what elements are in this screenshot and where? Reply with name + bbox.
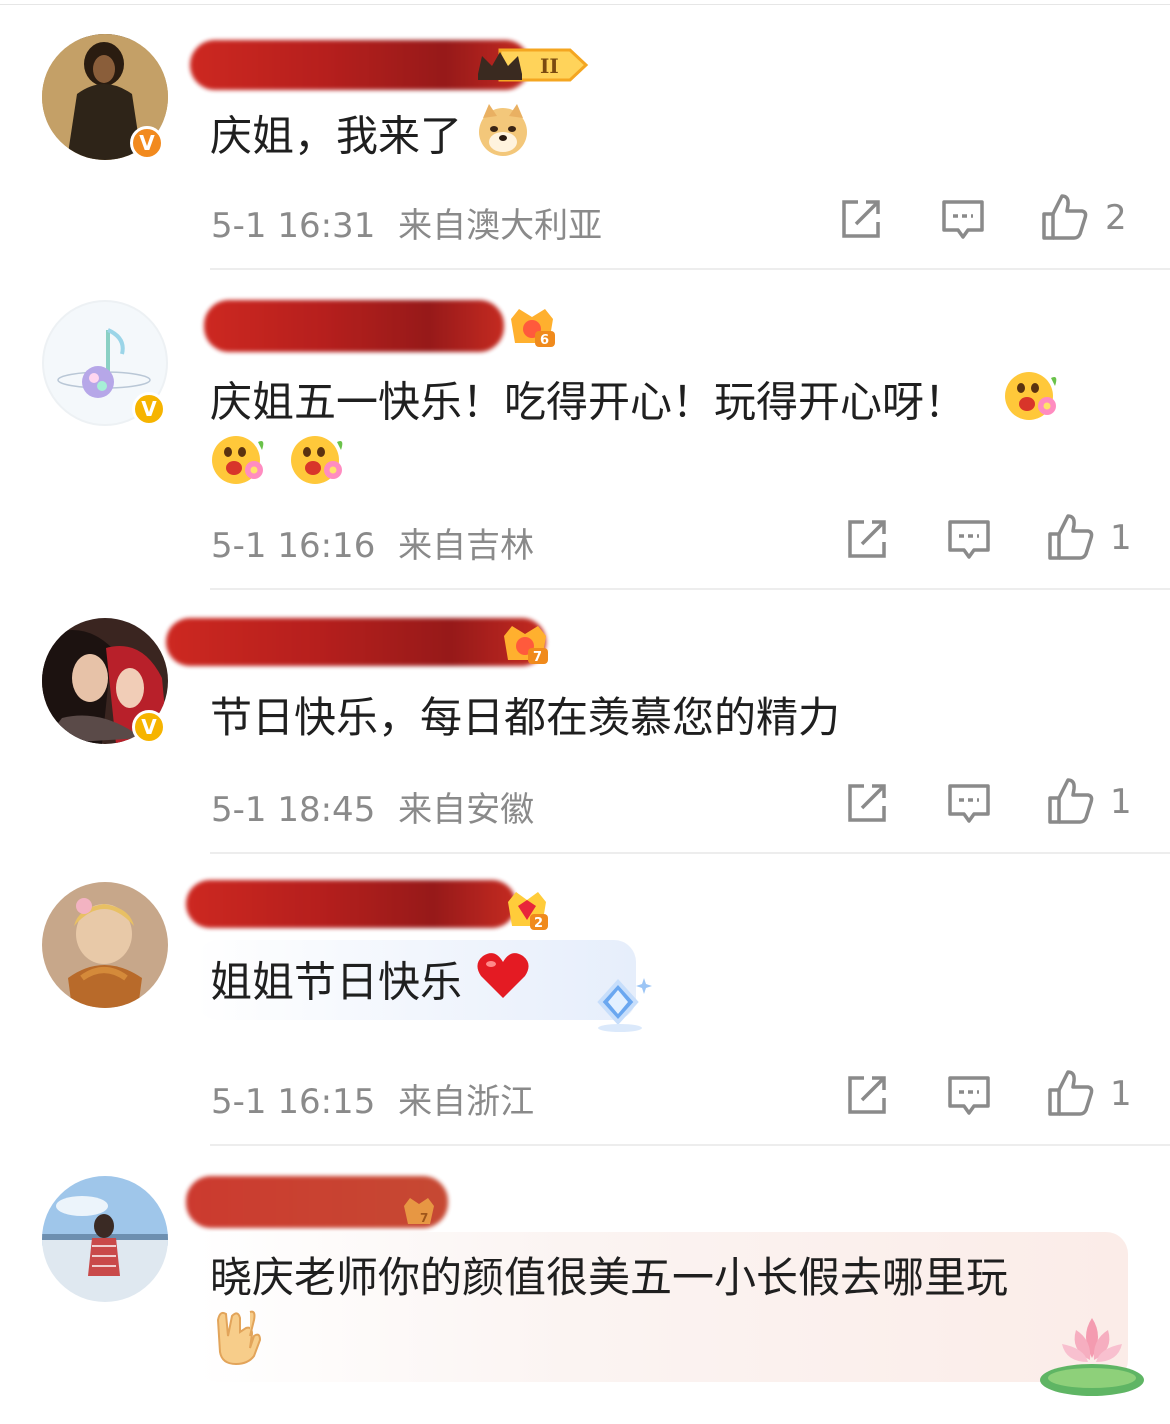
username-redacted[interactable] — [186, 880, 516, 928]
flower-smile-emoji-icon — [210, 432, 268, 506]
username-redacted[interactable] — [166, 618, 546, 666]
reply-button[interactable] — [946, 1072, 992, 1122]
verified-badge-icon: V — [132, 710, 166, 744]
flower-smile-emoji-icon — [289, 432, 347, 506]
like-count: 1 — [1110, 782, 1132, 822]
share-icon — [842, 200, 880, 238]
reply-button[interactable] — [946, 516, 992, 566]
verified-badge-icon: V — [130, 126, 164, 160]
avatar[interactable] — [42, 882, 168, 1008]
top-divider — [0, 4, 1170, 5]
like-count: 1 — [1110, 518, 1132, 558]
reply-button[interactable] — [946, 780, 992, 830]
share-icon — [848, 520, 886, 558]
comment-text-line2 — [210, 432, 347, 506]
location: 来自澳大利亚 — [398, 206, 603, 246]
like-button[interactable] — [1040, 192, 1090, 246]
timestamp: 5-1 18:45 — [211, 790, 376, 830]
red-heart-emoji-icon — [475, 950, 531, 1020]
comment-text: 节日快乐，每日都在羡慕您的精力 — [210, 693, 841, 742]
location: 来自吉林 — [398, 526, 535, 566]
vip-level-badge-icon: 6 — [505, 305, 559, 353]
comment-icon — [942, 200, 984, 239]
lotus-decoration-icon — [1036, 1310, 1148, 1404]
vip-level-badge-icon: II — [470, 44, 590, 90]
username-redacted[interactable] — [204, 300, 504, 352]
vip-level-badge-icon: 7 — [498, 622, 552, 670]
thumbs-up-icon — [1048, 1070, 1094, 1116]
divider — [210, 268, 1170, 270]
share-button[interactable] — [844, 780, 890, 830]
share-icon — [848, 784, 886, 822]
comment-icon — [948, 1076, 990, 1115]
comment-text: 姐姐节日快乐 — [210, 950, 531, 1020]
divider — [210, 852, 1170, 854]
thumbs-up-icon — [1042, 194, 1088, 240]
comment-text-line2 — [210, 1308, 266, 1384]
location: 来自安徽 — [398, 790, 535, 830]
comment-meta: 5-1 16:31 来自澳大利亚 — [211, 198, 602, 247]
timestamp: 5-1 16:15 — [211, 1082, 376, 1122]
share-icon — [848, 1076, 886, 1114]
share-button[interactable] — [844, 1072, 890, 1122]
svg-text:6: 6 — [540, 333, 549, 348]
vip-level-badge-icon: 7 — [402, 1196, 436, 1230]
doge-emoji-icon — [475, 102, 531, 176]
svg-text:7: 7 — [420, 1211, 428, 1225]
thumbs-up-icon — [1048, 778, 1094, 824]
verified-badge-icon: V — [132, 392, 166, 426]
share-button[interactable] — [838, 196, 884, 246]
timestamp: 5-1 16:31 — [211, 206, 376, 246]
comment-meta: 5-1 16:15 来自浙江 — [211, 1074, 534, 1123]
rock-hand-emoji-icon — [210, 1308, 266, 1384]
like-button[interactable] — [1046, 776, 1096, 830]
comment-meta: 5-1 18:45 来自安徽 — [211, 782, 534, 831]
vip-level-badge-icon: 2 — [504, 888, 550, 936]
comment-meta: 5-1 16:16 来自吉林 — [211, 518, 534, 567]
like-button[interactable] — [1046, 1068, 1096, 1122]
svg-text:2: 2 — [534, 916, 543, 931]
divider — [210, 588, 1170, 590]
comment-icon — [948, 520, 990, 559]
location: 来自浙江 — [398, 1082, 535, 1122]
diamond-decoration-icon — [582, 974, 658, 1042]
svg-text:7: 7 — [533, 650, 542, 665]
comment-text: 庆姐五一快乐！吃得开心！玩得开心呀！ — [210, 368, 1061, 442]
like-button[interactable] — [1046, 512, 1096, 566]
like-count: 2 — [1105, 198, 1127, 238]
share-button[interactable] — [844, 516, 890, 566]
comment-icon — [948, 784, 990, 823]
flower-smile-emoji-icon — [1003, 368, 1061, 442]
thumbs-up-icon — [1048, 514, 1094, 560]
comment-text: 庆姐，我来了 — [210, 102, 531, 176]
avatar[interactable] — [42, 1176, 168, 1302]
svg-text:II: II — [540, 54, 559, 78]
divider — [210, 1144, 1170, 1146]
like-count: 1 — [1110, 1074, 1132, 1114]
reply-button[interactable] — [940, 196, 986, 246]
timestamp: 5-1 16:16 — [211, 526, 376, 566]
comment-text: 晓庆老师你的颜值很美五一小长假去哪里玩 — [210, 1253, 1009, 1302]
